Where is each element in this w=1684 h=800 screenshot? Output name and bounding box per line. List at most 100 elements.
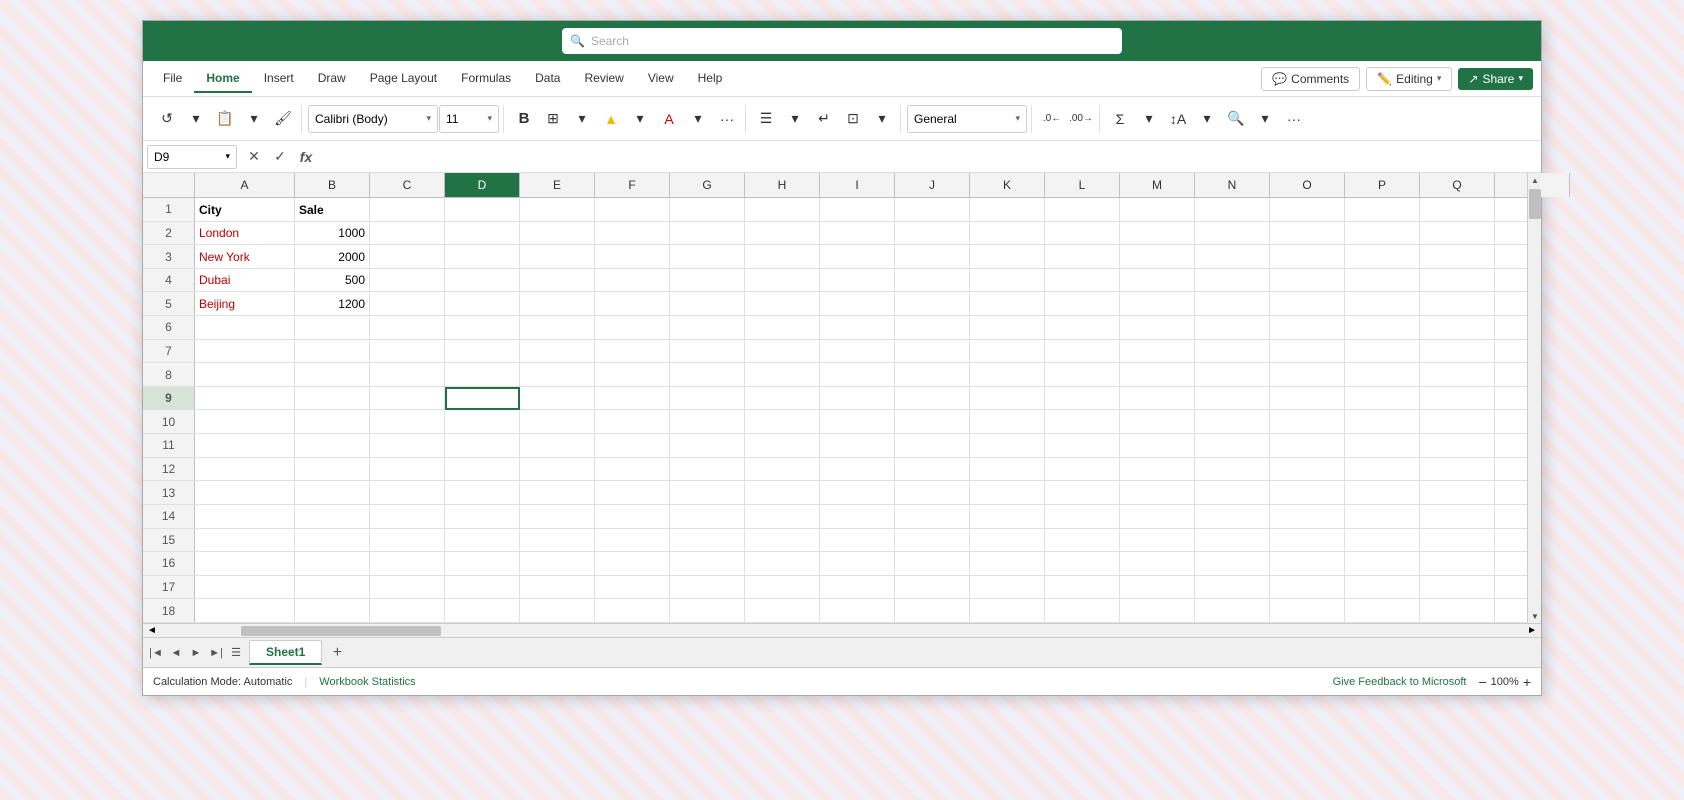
cell-c11[interactable] bbox=[370, 434, 445, 457]
cell-e4[interactable] bbox=[520, 269, 595, 292]
cell-l16[interactable] bbox=[1045, 552, 1120, 575]
cell-m14[interactable] bbox=[1120, 505, 1195, 528]
cell-h18[interactable] bbox=[745, 599, 820, 622]
number-format-dropdown[interactable]: General ▾ bbox=[907, 105, 1027, 133]
increase-decimal-button[interactable]: .00→ bbox=[1067, 105, 1095, 133]
cell-k11[interactable] bbox=[970, 434, 1045, 457]
cell-i18[interactable] bbox=[820, 599, 895, 622]
cell-l14[interactable] bbox=[1045, 505, 1120, 528]
cell-e14[interactable] bbox=[520, 505, 595, 528]
cell-p9[interactable] bbox=[1345, 387, 1420, 410]
col-header-b[interactable]: B bbox=[295, 173, 370, 197]
cell-i6[interactable] bbox=[820, 316, 895, 339]
cell-p4[interactable] bbox=[1345, 269, 1420, 292]
cell-j18[interactable] bbox=[895, 599, 970, 622]
row-number-17[interactable]: 17 bbox=[143, 576, 195, 599]
cell-b5[interactable]: 1200 bbox=[295, 292, 370, 315]
cell-f12[interactable] bbox=[595, 458, 670, 481]
cell-q5[interactable] bbox=[1420, 292, 1495, 315]
cell-h5[interactable] bbox=[745, 292, 820, 315]
cell-j1[interactable] bbox=[895, 198, 970, 221]
cell-q15[interactable] bbox=[1420, 529, 1495, 552]
cell-j16[interactable] bbox=[895, 552, 970, 575]
cell-m17[interactable] bbox=[1120, 576, 1195, 599]
col-header-n[interactable]: N bbox=[1195, 173, 1270, 197]
cell-n14[interactable] bbox=[1195, 505, 1270, 528]
cell-o7[interactable] bbox=[1270, 340, 1345, 363]
bold-button[interactable]: B bbox=[510, 105, 538, 133]
cell-l5[interactable] bbox=[1045, 292, 1120, 315]
cell-e5[interactable] bbox=[520, 292, 595, 315]
format-painter-button[interactable]: 🖌 bbox=[269, 105, 297, 133]
cell-reference-box[interactable]: D9 ▾ bbox=[147, 145, 237, 169]
row-number-15[interactable]: 15 bbox=[143, 529, 195, 552]
cell-o2[interactable] bbox=[1270, 222, 1345, 245]
cell-l17[interactable] bbox=[1045, 576, 1120, 599]
cell-n6[interactable] bbox=[1195, 316, 1270, 339]
cell-q18[interactable] bbox=[1420, 599, 1495, 622]
cell-d1[interactable] bbox=[445, 198, 520, 221]
cell-i1[interactable] bbox=[820, 198, 895, 221]
cell-b2[interactable]: 1000 bbox=[295, 222, 370, 245]
cell-j14[interactable] bbox=[895, 505, 970, 528]
sheet-nav-next[interactable]: ► bbox=[187, 644, 205, 662]
tab-view[interactable]: View bbox=[636, 65, 686, 93]
cell-j9[interactable] bbox=[895, 387, 970, 410]
cell-c18[interactable] bbox=[370, 599, 445, 622]
align-button[interactable]: ☰ bbox=[752, 105, 780, 133]
cell-d11[interactable] bbox=[445, 434, 520, 457]
cell-g3[interactable] bbox=[670, 245, 745, 268]
row-number-12[interactable]: 12 bbox=[143, 458, 195, 481]
row-number-16[interactable]: 16 bbox=[143, 552, 195, 575]
cell-o13[interactable] bbox=[1270, 481, 1345, 504]
cell-h12[interactable] bbox=[745, 458, 820, 481]
row-number-18[interactable]: 18 bbox=[143, 599, 195, 622]
cell-f5[interactable] bbox=[595, 292, 670, 315]
cell-h14[interactable] bbox=[745, 505, 820, 528]
cell-k10[interactable] bbox=[970, 410, 1045, 433]
cell-l18[interactable] bbox=[1045, 599, 1120, 622]
cell-l11[interactable] bbox=[1045, 434, 1120, 457]
cell-b11[interactable] bbox=[295, 434, 370, 457]
cell-d16[interactable] bbox=[445, 552, 520, 575]
h-scroll-thumb[interactable] bbox=[241, 626, 441, 636]
feedback-label[interactable]: Give Feedback to Microsoft bbox=[1333, 676, 1467, 688]
cell-g6[interactable] bbox=[670, 316, 745, 339]
tab-home[interactable]: Home bbox=[194, 65, 251, 93]
cell-f6[interactable] bbox=[595, 316, 670, 339]
cell-h9[interactable] bbox=[745, 387, 820, 410]
cell-a17[interactable] bbox=[195, 576, 295, 599]
decrease-decimal-button[interactable]: .0← bbox=[1038, 105, 1066, 133]
cell-i14[interactable] bbox=[820, 505, 895, 528]
cell-j12[interactable] bbox=[895, 458, 970, 481]
cancel-formula-icon[interactable]: ✕ bbox=[243, 146, 265, 168]
cell-a3[interactable]: New York bbox=[195, 245, 295, 268]
scroll-up-arrow[interactable]: ▲ bbox=[1528, 173, 1542, 187]
cell-h13[interactable] bbox=[745, 481, 820, 504]
cell-o14[interactable] bbox=[1270, 505, 1345, 528]
row-number-7[interactable]: 7 bbox=[143, 340, 195, 363]
font-color-dropdown[interactable]: ▾ bbox=[684, 105, 712, 133]
sheet-menu-button[interactable]: ☰ bbox=[227, 644, 245, 662]
cell-d10[interactable] bbox=[445, 410, 520, 433]
cell-n13[interactable] bbox=[1195, 481, 1270, 504]
cell-m10[interactable] bbox=[1120, 410, 1195, 433]
cell-i3[interactable] bbox=[820, 245, 895, 268]
cell-i17[interactable] bbox=[820, 576, 895, 599]
sheet-nav-last[interactable]: ►| bbox=[207, 644, 225, 662]
cell-a2[interactable]: London bbox=[195, 222, 295, 245]
cell-e6[interactable] bbox=[520, 316, 595, 339]
find-button[interactable]: 🔍 bbox=[1222, 105, 1250, 133]
cell-o12[interactable] bbox=[1270, 458, 1345, 481]
cell-f13[interactable] bbox=[595, 481, 670, 504]
cell-c4[interactable] bbox=[370, 269, 445, 292]
cell-h15[interactable] bbox=[745, 529, 820, 552]
cell-l12[interactable] bbox=[1045, 458, 1120, 481]
cell-q1[interactable] bbox=[1420, 198, 1495, 221]
cell-b4[interactable]: 500 bbox=[295, 269, 370, 292]
row-number-4[interactable]: 4 bbox=[143, 269, 195, 292]
cell-o4[interactable] bbox=[1270, 269, 1345, 292]
merge-button[interactable]: ⊡ bbox=[839, 105, 867, 133]
cell-h7[interactable] bbox=[745, 340, 820, 363]
cell-c17[interactable] bbox=[370, 576, 445, 599]
